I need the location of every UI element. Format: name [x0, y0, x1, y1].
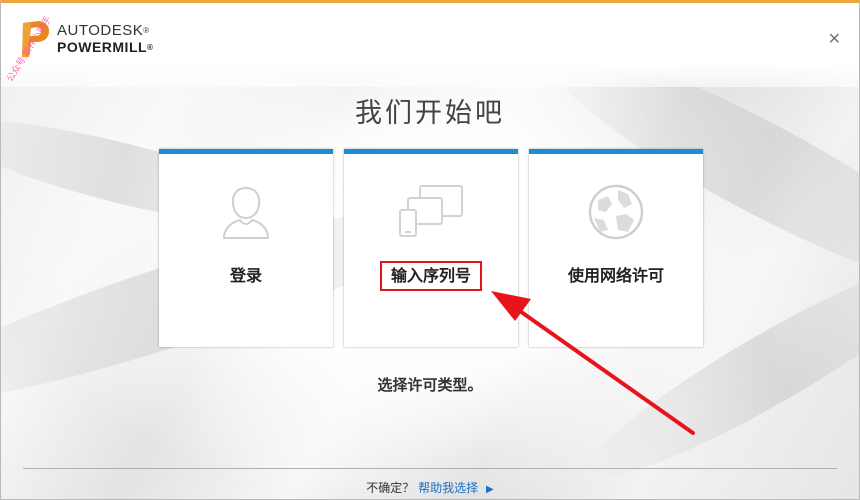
- option-sign-in[interactable]: 登录: [159, 149, 333, 347]
- activation-window: AUTODESK® POWERMILL® 公众号:软件小助手 ✕ 我们开始吧 登…: [0, 0, 860, 500]
- link-arrow-icon[interactable]: ▶: [486, 484, 494, 495]
- footer: 不确定？ 帮助我选择 ▶: [1, 479, 859, 496]
- footer-question: 不确定？: [366, 481, 415, 495]
- license-hint: 选择许可类型。: [377, 376, 483, 394]
- header: AUTODESK® POWERMILL® 公众号:软件小助手 ✕: [1, 3, 859, 87]
- license-options: 登录 输入序列号 使用网络许可: [159, 149, 703, 347]
- devices-icon: [399, 185, 463, 237]
- brand-autodesk: AUTODESK®: [57, 22, 150, 39]
- option-network-license[interactable]: 使用网络许可: [529, 149, 703, 347]
- network-globe-icon: [588, 184, 644, 240]
- option-label: 输入序列号: [344, 261, 518, 291]
- option-label: 登录: [229, 266, 262, 285]
- option-label: 使用网络许可: [567, 266, 664, 285]
- close-icon[interactable]: ✕: [828, 29, 841, 48]
- highlight-box: 输入序列号: [379, 261, 482, 291]
- user-icon: [222, 186, 270, 239]
- close-button[interactable]: ✕: [828, 29, 841, 48]
- help-me-choose-link[interactable]: 帮助我选择: [418, 481, 478, 495]
- brand-powermill: POWERMILL®: [57, 39, 154, 55]
- page-title: 我们开始吧: [355, 98, 505, 129]
- option-enter-serial[interactable]: 输入序列号: [344, 149, 518, 347]
- footer-divider: [23, 468, 837, 469]
